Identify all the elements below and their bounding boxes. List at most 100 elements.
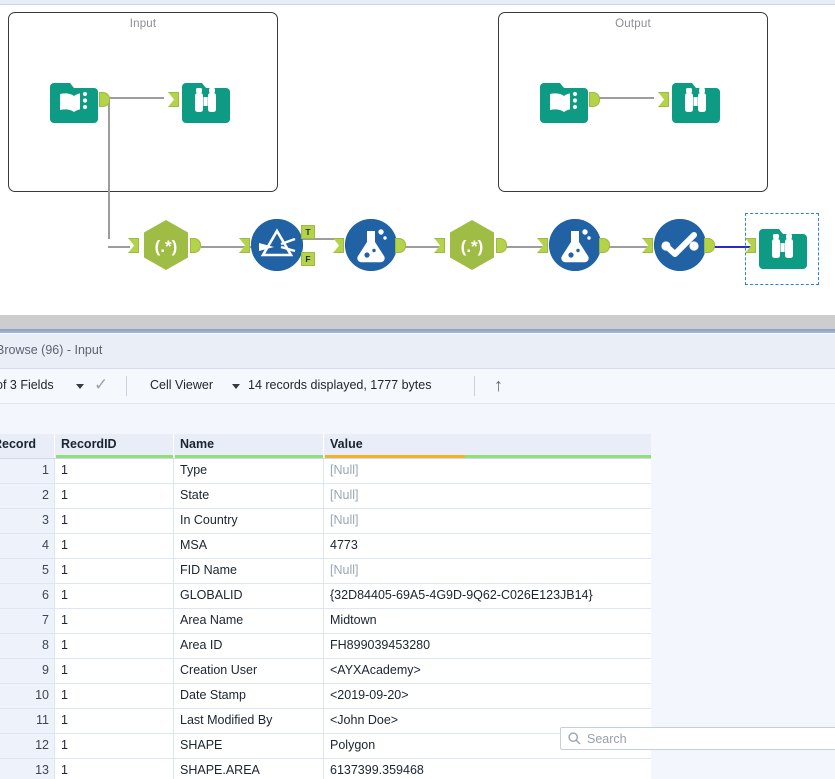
cell-value[interactable]: FH899039453280	[325, 634, 651, 658]
column-header-name[interactable]: Name	[175, 434, 324, 458]
table-row[interactable]: 8 1 Area ID FH899039453280	[0, 634, 651, 659]
cell-recordid[interactable]: 1	[56, 459, 174, 483]
cell-record[interactable]: 13	[0, 759, 55, 779]
cell-record[interactable]: 4	[0, 534, 55, 558]
cell-name[interactable]: SHAPE	[175, 734, 324, 758]
filter-icon	[251, 219, 303, 271]
cell-value[interactable]: [Null]	[325, 559, 651, 583]
column-header-recordid[interactable]: RecordID	[56, 434, 174, 458]
cell-record[interactable]: 2	[0, 484, 55, 508]
cell-recordid[interactable]: 1	[56, 559, 174, 583]
cell-value[interactable]: [Null]	[325, 509, 651, 533]
cell-record[interactable]: 7	[0, 609, 55, 633]
cell-value[interactable]: {32D84405-69A5-4G9D-9Q62-C026E123JB14}	[325, 584, 651, 608]
cell-name[interactable]: FID Name	[175, 559, 324, 583]
cell-name[interactable]: Area ID	[175, 634, 324, 658]
cell-name[interactable]: MSA	[175, 534, 324, 558]
toolbar-separator-1	[126, 376, 127, 396]
cell-name[interactable]: Type	[175, 459, 324, 483]
chevron-down-icon[interactable]	[232, 384, 240, 389]
table-row[interactable]: 13 1 SHAPE.AREA 6137399.359468	[0, 759, 651, 779]
column-header-value[interactable]: Value	[325, 434, 651, 458]
cell-name[interactable]: Creation User	[175, 659, 324, 683]
cell-name[interactable]: SHAPE.AREA	[175, 759, 324, 779]
cell-recordid[interactable]: 1	[56, 534, 174, 558]
table-row[interactable]: 12 1 SHAPE Polygon	[0, 734, 651, 759]
cell-record[interactable]: 11	[0, 709, 55, 733]
output-anchor[interactable]	[599, 238, 610, 253]
cell-recordid[interactable]: 1	[56, 634, 174, 658]
cell-name[interactable]: Area Name	[175, 609, 324, 633]
cell-recordid[interactable]: 1	[56, 659, 174, 683]
cell-record[interactable]: 6	[0, 584, 55, 608]
cell-recordid[interactable]: 1	[56, 709, 174, 733]
output-anchor[interactable]	[704, 238, 715, 253]
tool-browse-2[interactable]	[658, 73, 722, 125]
cell-value[interactable]: Midtown	[325, 609, 651, 633]
fields-selector-label[interactable]: of 3 Fields	[0, 378, 54, 392]
chevron-down-icon[interactable]	[76, 384, 84, 389]
table-row[interactable]: 9 1 Creation User <AYXAcademy>	[0, 659, 651, 684]
cell-name[interactable]: Date Stamp	[175, 684, 324, 708]
arrow-up-icon[interactable]: ↑	[494, 375, 503, 395]
input-anchor[interactable]	[333, 238, 344, 253]
table-row[interactable]: 10 1 Date Stamp <2019-09-20>	[0, 684, 651, 709]
tool-filter-1[interactable]: T F	[239, 219, 315, 271]
workflow-canvas[interactable]: Input Output (.*) T F (.*)	[0, 5, 835, 315]
search-box[interactable]: Search	[560, 727, 835, 750]
cell-record[interactable]: 9	[0, 659, 55, 683]
tool-formula-1[interactable]	[333, 219, 406, 271]
filter-false-anchor[interactable]: F	[301, 252, 315, 266]
results-titlebar[interactable]: Browse (96) - Input	[0, 334, 835, 369]
cell-name[interactable]: State	[175, 484, 324, 508]
tool-regex-2[interactable]: (.*)	[434, 219, 507, 271]
cell-recordid[interactable]: 1	[56, 609, 174, 633]
tool-data-cleansing-1[interactable]	[642, 219, 715, 271]
cell-value[interactable]: <AYXAcademy>	[325, 659, 651, 683]
output-anchor[interactable]	[395, 238, 406, 253]
cell-name[interactable]: In Country	[175, 509, 324, 533]
cell-name[interactable]: Last Modified By	[175, 709, 324, 733]
table-row[interactable]: 6 1 GLOBALID {32D84405-69A5-4G9D-9Q62-C026E…	[0, 584, 651, 609]
tool-input-data-1[interactable]	[48, 73, 110, 125]
table-row[interactable]: 2 1 State [Null]	[0, 484, 651, 509]
search-input-placeholder[interactable]: Search	[587, 732, 627, 746]
table-row[interactable]: 3 1 In Country [Null]	[0, 509, 651, 534]
cell-name[interactable]: GLOBALID	[175, 584, 324, 608]
filter-true-anchor[interactable]: T	[301, 225, 315, 239]
tool-browse-1[interactable]	[168, 73, 232, 125]
cell-record[interactable]: 3	[0, 509, 55, 533]
cell-value[interactable]: [Null]	[325, 459, 651, 483]
cell-recordid[interactable]: 1	[56, 734, 174, 758]
cell-record[interactable]: 1	[0, 459, 55, 483]
cell-record[interactable]: 8	[0, 634, 55, 658]
table-row[interactable]: 5 1 FID Name [Null]	[0, 559, 651, 584]
column-header-record[interactable]: Record	[0, 434, 55, 458]
cell-value[interactable]: 6137399.359468	[325, 759, 651, 779]
book-icon	[538, 73, 590, 125]
cell-value[interactable]: [Null]	[325, 484, 651, 508]
tool-regex-1[interactable]: (.*)	[128, 219, 201, 271]
table-row[interactable]: 11 1 Last Modified By <John Doe>	[0, 709, 651, 734]
output-anchor[interactable]	[496, 238, 507, 253]
cell-recordid[interactable]: 1	[56, 584, 174, 608]
cell-value[interactable]: 4773	[325, 534, 651, 558]
tool-input-data-2[interactable]	[538, 73, 600, 125]
output-anchor[interactable]	[190, 238, 201, 253]
cell-recordid[interactable]: 1	[56, 484, 174, 508]
tool-formula-2[interactable]	[537, 219, 610, 271]
cell-recordid[interactable]: 1	[56, 684, 174, 708]
table-row[interactable]: 1 1 Type [Null]	[0, 459, 651, 484]
cell-record[interactable]: 12	[0, 734, 55, 758]
tool-browse-3[interactable]	[745, 219, 809, 271]
panel-splitter[interactable]	[0, 315, 835, 331]
table-row[interactable]: 7 1 Area Name Midtown	[0, 609, 651, 634]
view-mode-label[interactable]: Cell Viewer	[150, 378, 213, 392]
cell-record[interactable]: 10	[0, 684, 55, 708]
cell-recordid[interactable]: 1	[56, 759, 174, 779]
check-icon[interactable]: ✓	[94, 376, 108, 393]
cell-record[interactable]: 5	[0, 559, 55, 583]
cell-recordid[interactable]: 1	[56, 509, 174, 533]
table-row[interactable]: 4 1 MSA 4773	[0, 534, 651, 559]
cell-value[interactable]: <2019-09-20>	[325, 684, 651, 708]
